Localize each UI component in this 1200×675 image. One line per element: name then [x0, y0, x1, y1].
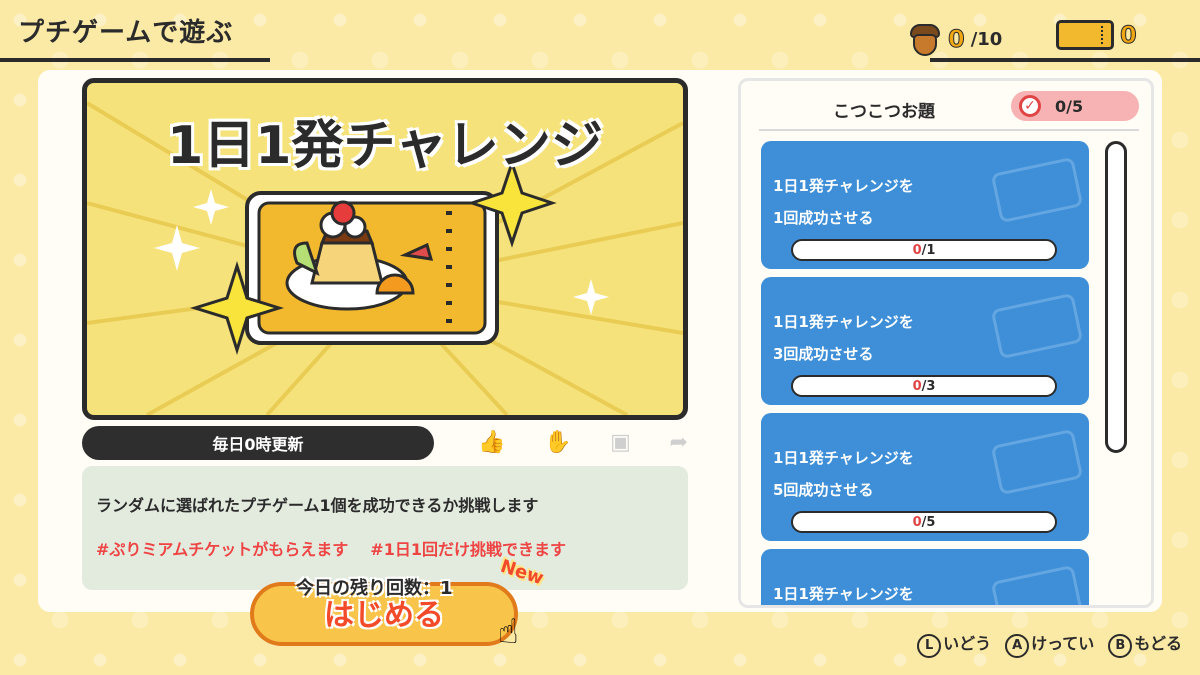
- hero-banner: 1日1発チャレンジ: [82, 78, 688, 420]
- task-card[interactable]: 1日1発チャレンジを 1回成功させる 0/1: [761, 141, 1089, 269]
- share-icon: ➦: [669, 430, 688, 455]
- task-card[interactable]: 1日1発チャレンジを: [761, 549, 1089, 605]
- task-card[interactable]: 1日1発チャレンジを 5回成功させる 0/5: [761, 413, 1089, 541]
- social-actions-hint: 👍 ✋ ▣ ➦: [478, 430, 688, 460]
- hint-confirm: A けってい: [1005, 630, 1094, 658]
- daily-reset-label: 毎日0時更新: [82, 426, 434, 460]
- header-underline-right: [930, 58, 1200, 62]
- ticket-counter: 0: [1056, 20, 1137, 50]
- acorn-count: 0: [948, 25, 966, 54]
- tag-once-per-day: #1日1回だけ挑戦できます: [370, 540, 566, 559]
- task-card[interactable]: 1日1発チャレンジを 3回成功させる 0/3: [761, 277, 1089, 405]
- stamp-icon: ▣: [610, 430, 631, 455]
- hero-title: 1日1発チャレンジ: [167, 116, 603, 176]
- tasks-title: こつこつお題: [833, 102, 935, 122]
- check-icon: ✓: [1019, 95, 1041, 117]
- task-progress-bar: 0/1: [791, 239, 1057, 261]
- task-goal: 1回成功させる: [773, 209, 874, 227]
- task-goal: 3回成功させる: [773, 345, 874, 363]
- remaining-count: 今日の残り回数：1: [296, 578, 453, 599]
- ticket-reward-icon: [990, 564, 1084, 605]
- tag-premium-ticket: #ぷりミアムチケットがもらえます: [96, 540, 349, 559]
- hint-move: L いどう: [917, 630, 991, 658]
- task-goal: 5回成功させる: [773, 481, 874, 499]
- tasks-panel: こつこつお題 ✓ 0/5 1日1発チャレンジを 1回成功させる 0/1 1日1発…: [738, 78, 1154, 608]
- description-box: ランダムに選ばれたプチゲーム1個を成功できるか挑戦します #ぷりミアムチケットが…: [82, 466, 688, 590]
- ticket-reward-icon: [990, 292, 1084, 360]
- task-title: 1日1発チャレンジを: [773, 177, 914, 195]
- task-title: 1日1発チャレンジを: [773, 585, 914, 603]
- header-underline: [0, 58, 270, 62]
- ticket-count: 0: [1120, 21, 1138, 50]
- ticket-reward-icon: [990, 156, 1084, 224]
- task-progress-bar: 0/3: [791, 375, 1057, 397]
- task-title: 1日1発チャレンジを: [773, 313, 914, 331]
- acorn-max: /10: [970, 28, 1003, 50]
- clap-icon: ✋: [544, 430, 572, 455]
- ticket-reward-icon: [990, 428, 1084, 496]
- description-text: ランダムに選ばれたプチゲーム1個を成功できるか挑戦します: [96, 496, 539, 515]
- like-icon: 👍: [478, 430, 506, 455]
- hint-back: B もどる: [1108, 630, 1182, 658]
- pointer-hand-icon: ☝: [498, 612, 519, 652]
- task-progress-bar: 0/5: [791, 511, 1057, 533]
- acorn-icon: [908, 20, 942, 58]
- page-title: プチゲームで遊ぶ: [18, 18, 234, 48]
- task-title: 1日1発チャレンジを: [773, 449, 914, 467]
- tasks-progress-value: 0/5: [1055, 96, 1084, 116]
- tasks-progress: ✓ 0/5: [1011, 91, 1139, 121]
- tasks-scrollbar[interactable]: [1105, 141, 1127, 453]
- button-hints: L いどう A けってい B もどる: [917, 630, 1182, 658]
- tasks-divider: [759, 129, 1139, 131]
- acorn-counter: 0 /10: [908, 20, 1002, 58]
- ticket-icon: [1056, 20, 1114, 50]
